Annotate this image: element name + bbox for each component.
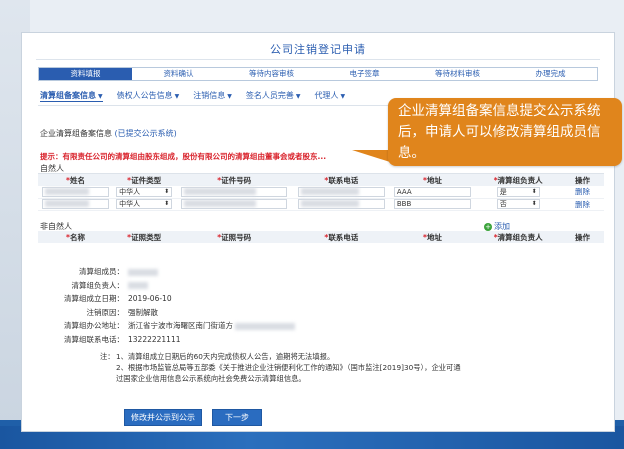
note-1: 1、清算组成立日期后的60天内完成债权人公告，逾期将无法填报。 — [116, 352, 335, 361]
tab-liquidation-group[interactable]: 清算组备案信息 ▼ — [40, 90, 103, 102]
col-phone: *联系电话 — [293, 231, 390, 243]
phone-input[interactable] — [297, 199, 385, 209]
section-link[interactable]: (已提交公示系统) — [115, 129, 177, 138]
doc-number-input[interactable] — [181, 186, 288, 197]
delete-link[interactable]: 删除 — [561, 198, 604, 211]
step-5[interactable]: 等待材料审核 — [411, 68, 505, 80]
progress-steps: 资料填报 资料确认 等待内容审核 电子签章 等待材料审核 办理完成 — [38, 67, 598, 81]
notes-label: 注： — [100, 352, 115, 361]
leader-select[interactable]: 是 ⬍ — [496, 186, 540, 197]
chevron-down-icon: ▼ — [227, 93, 232, 100]
plus-icon: + — [484, 223, 492, 231]
chevron-down-icon: ⬍ — [531, 200, 537, 207]
col-license-type: *证照类型 — [113, 231, 176, 243]
tab-signers[interactable]: 签名人员完善 ▼ — [246, 90, 301, 102]
title-divider — [36, 59, 600, 60]
redacted — [128, 282, 148, 289]
page-title: 公司注销登记申请 — [270, 43, 366, 56]
doc-number-input[interactable] — [181, 199, 288, 209]
redacted — [235, 322, 296, 330]
col-license-number: *证照号码 — [175, 231, 294, 243]
redacted — [128, 268, 158, 276]
info-members: 清算组成员： — [42, 265, 295, 279]
info-reason: 注销原因： 强制解散 — [86, 307, 159, 317]
name-input[interactable] — [41, 199, 110, 209]
info-phone: 清算组联系电话： 13222221111 — [64, 334, 181, 344]
col-leader: *清算组负责人 — [475, 174, 562, 186]
doc-type-select[interactable]: 中华人 ⬍ — [116, 199, 173, 209]
chevron-down-icon: ⬍ — [164, 200, 170, 207]
chevron-down-icon: ▼ — [174, 93, 180, 100]
address-input[interactable]: AAA — [393, 186, 472, 197]
step-2[interactable]: 资料确认 — [132, 68, 226, 80]
chevron-down-icon: ⬍ — [164, 187, 170, 195]
col-leader: *清算组负责人 — [475, 231, 562, 243]
natural-person-table: *姓名 *证件类型 *证件号码 *联系电话 *地址 *清算组负责人 操作 中华人… — [38, 174, 604, 211]
table-row: 中华人 ⬍ BBB 否 ⬍ 删除 — [38, 198, 604, 211]
name-input[interactable] — [41, 186, 110, 197]
table-header-row: *姓名 *证件类型 *证件号码 *联系电话 *地址 *清算组负责人 操作 — [38, 174, 604, 186]
modify-publish-button[interactable]: 修改并公示到公示 — [124, 409, 202, 426]
phone-input[interactable] — [297, 186, 385, 197]
redacted — [184, 200, 256, 207]
redacted — [184, 187, 256, 195]
chevron-down-icon: ▼ — [295, 93, 301, 100]
info-date: 清算组成立日期： 2019-06-10 — [64, 294, 172, 303]
step-3[interactable]: 等待内容审核 — [225, 68, 319, 80]
info-leader: 清算组负责人： — [42, 279, 295, 293]
col-phone: *联系电话 — [293, 174, 390, 186]
doc-type-select[interactable]: 中华人 ⬍ — [116, 186, 173, 197]
col-doc-number: *证件号码 — [175, 174, 294, 186]
callout-bubble: 企业清算组备案信息提交公示系统后，申请人可以修改清算组成员信息。 — [388, 98, 622, 166]
note-2: 2、根据市场监管总局等五部委《关于推进企业注销便利化工作的通知》（国市监注[20… — [116, 363, 461, 383]
sub-tabs: 清算组备案信息 ▼ 债权人公告信息 ▼ 注销信息 ▼ 签名人员完善 ▼ 代理人 ▼ — [40, 90, 359, 102]
notes: 注： 1、清算组成立日期后的60天内完成债权人公告，逾期将无法填报。 2、根据市… — [100, 351, 466, 384]
redacted — [300, 200, 359, 207]
summary-info: 清算组成员： 清算组负责人： 清算组成立日期： 2019-06-10 注销原因：强… — [42, 265, 296, 346]
col-address: *地址 — [389, 231, 476, 243]
delete-link[interactable]: 删除 — [561, 186, 604, 199]
chevron-down-icon: ▼ — [98, 93, 103, 100]
redacted — [300, 187, 359, 195]
table-header-row: *名称 *证照类型 *证照号码 *联系电话 *地址 *清算组负责人 操作 — [38, 231, 604, 243]
step-1[interactable]: 资料填报 — [39, 68, 133, 80]
info-address: 清算组办公地址： 浙江省宁波市海曙区南门街道方 — [42, 319, 296, 333]
application-window: 公司注销登记申请 资料填报 资料确认 等待内容审核 电子签章 等待材料审核 办理… — [21, 32, 615, 432]
chevron-down-icon: ▼ — [340, 93, 346, 100]
section-title-text: 企业清算组备案信息 — [40, 129, 112, 138]
action-buttons: 修改并公示到公示 下一步 — [124, 409, 262, 426]
non-natural-table: *名称 *证照类型 *证照号码 *联系电话 *地址 *清算组负责人 操作 — [38, 231, 604, 243]
tab-cancel-info[interactable]: 注销信息 ▼ — [193, 90, 232, 102]
col-address: *地址 — [389, 174, 476, 186]
tab-creditor-notice[interactable]: 债权人公告信息 ▼ — [117, 90, 180, 102]
tab-agent[interactable]: 代理人 ▼ — [315, 90, 346, 102]
table-row: 中华人 ⬍ AAA 是 ⬍ 删除 — [38, 186, 604, 199]
col-name: *名称 — [38, 231, 114, 243]
leader-select[interactable]: 否 ⬍ — [496, 199, 540, 209]
step-4[interactable]: 电子签章 — [318, 68, 412, 80]
callout-tail — [352, 150, 390, 162]
section-title: 企业清算组备案信息 (已提交公示系统) — [40, 128, 177, 139]
redacted — [44, 187, 90, 195]
next-button[interactable]: 下一步 — [212, 409, 262, 426]
col-name: *姓名 — [38, 174, 114, 186]
step-6[interactable]: 办理完成 — [504, 68, 597, 80]
natural-person-label: 自然人 — [40, 164, 64, 173]
col-action: 操作 — [561, 231, 604, 243]
col-action: 操作 — [561, 174, 604, 186]
redacted — [44, 200, 90, 207]
address-input[interactable]: BBB — [393, 199, 472, 209]
chevron-down-icon: ⬍ — [531, 187, 537, 195]
col-doc-type: *证件类型 — [113, 174, 176, 186]
warning-hint: 提示：有限责任公司的清算组由股东组成，股份有限公司的清算组由董事会或者股东... — [40, 152, 327, 161]
